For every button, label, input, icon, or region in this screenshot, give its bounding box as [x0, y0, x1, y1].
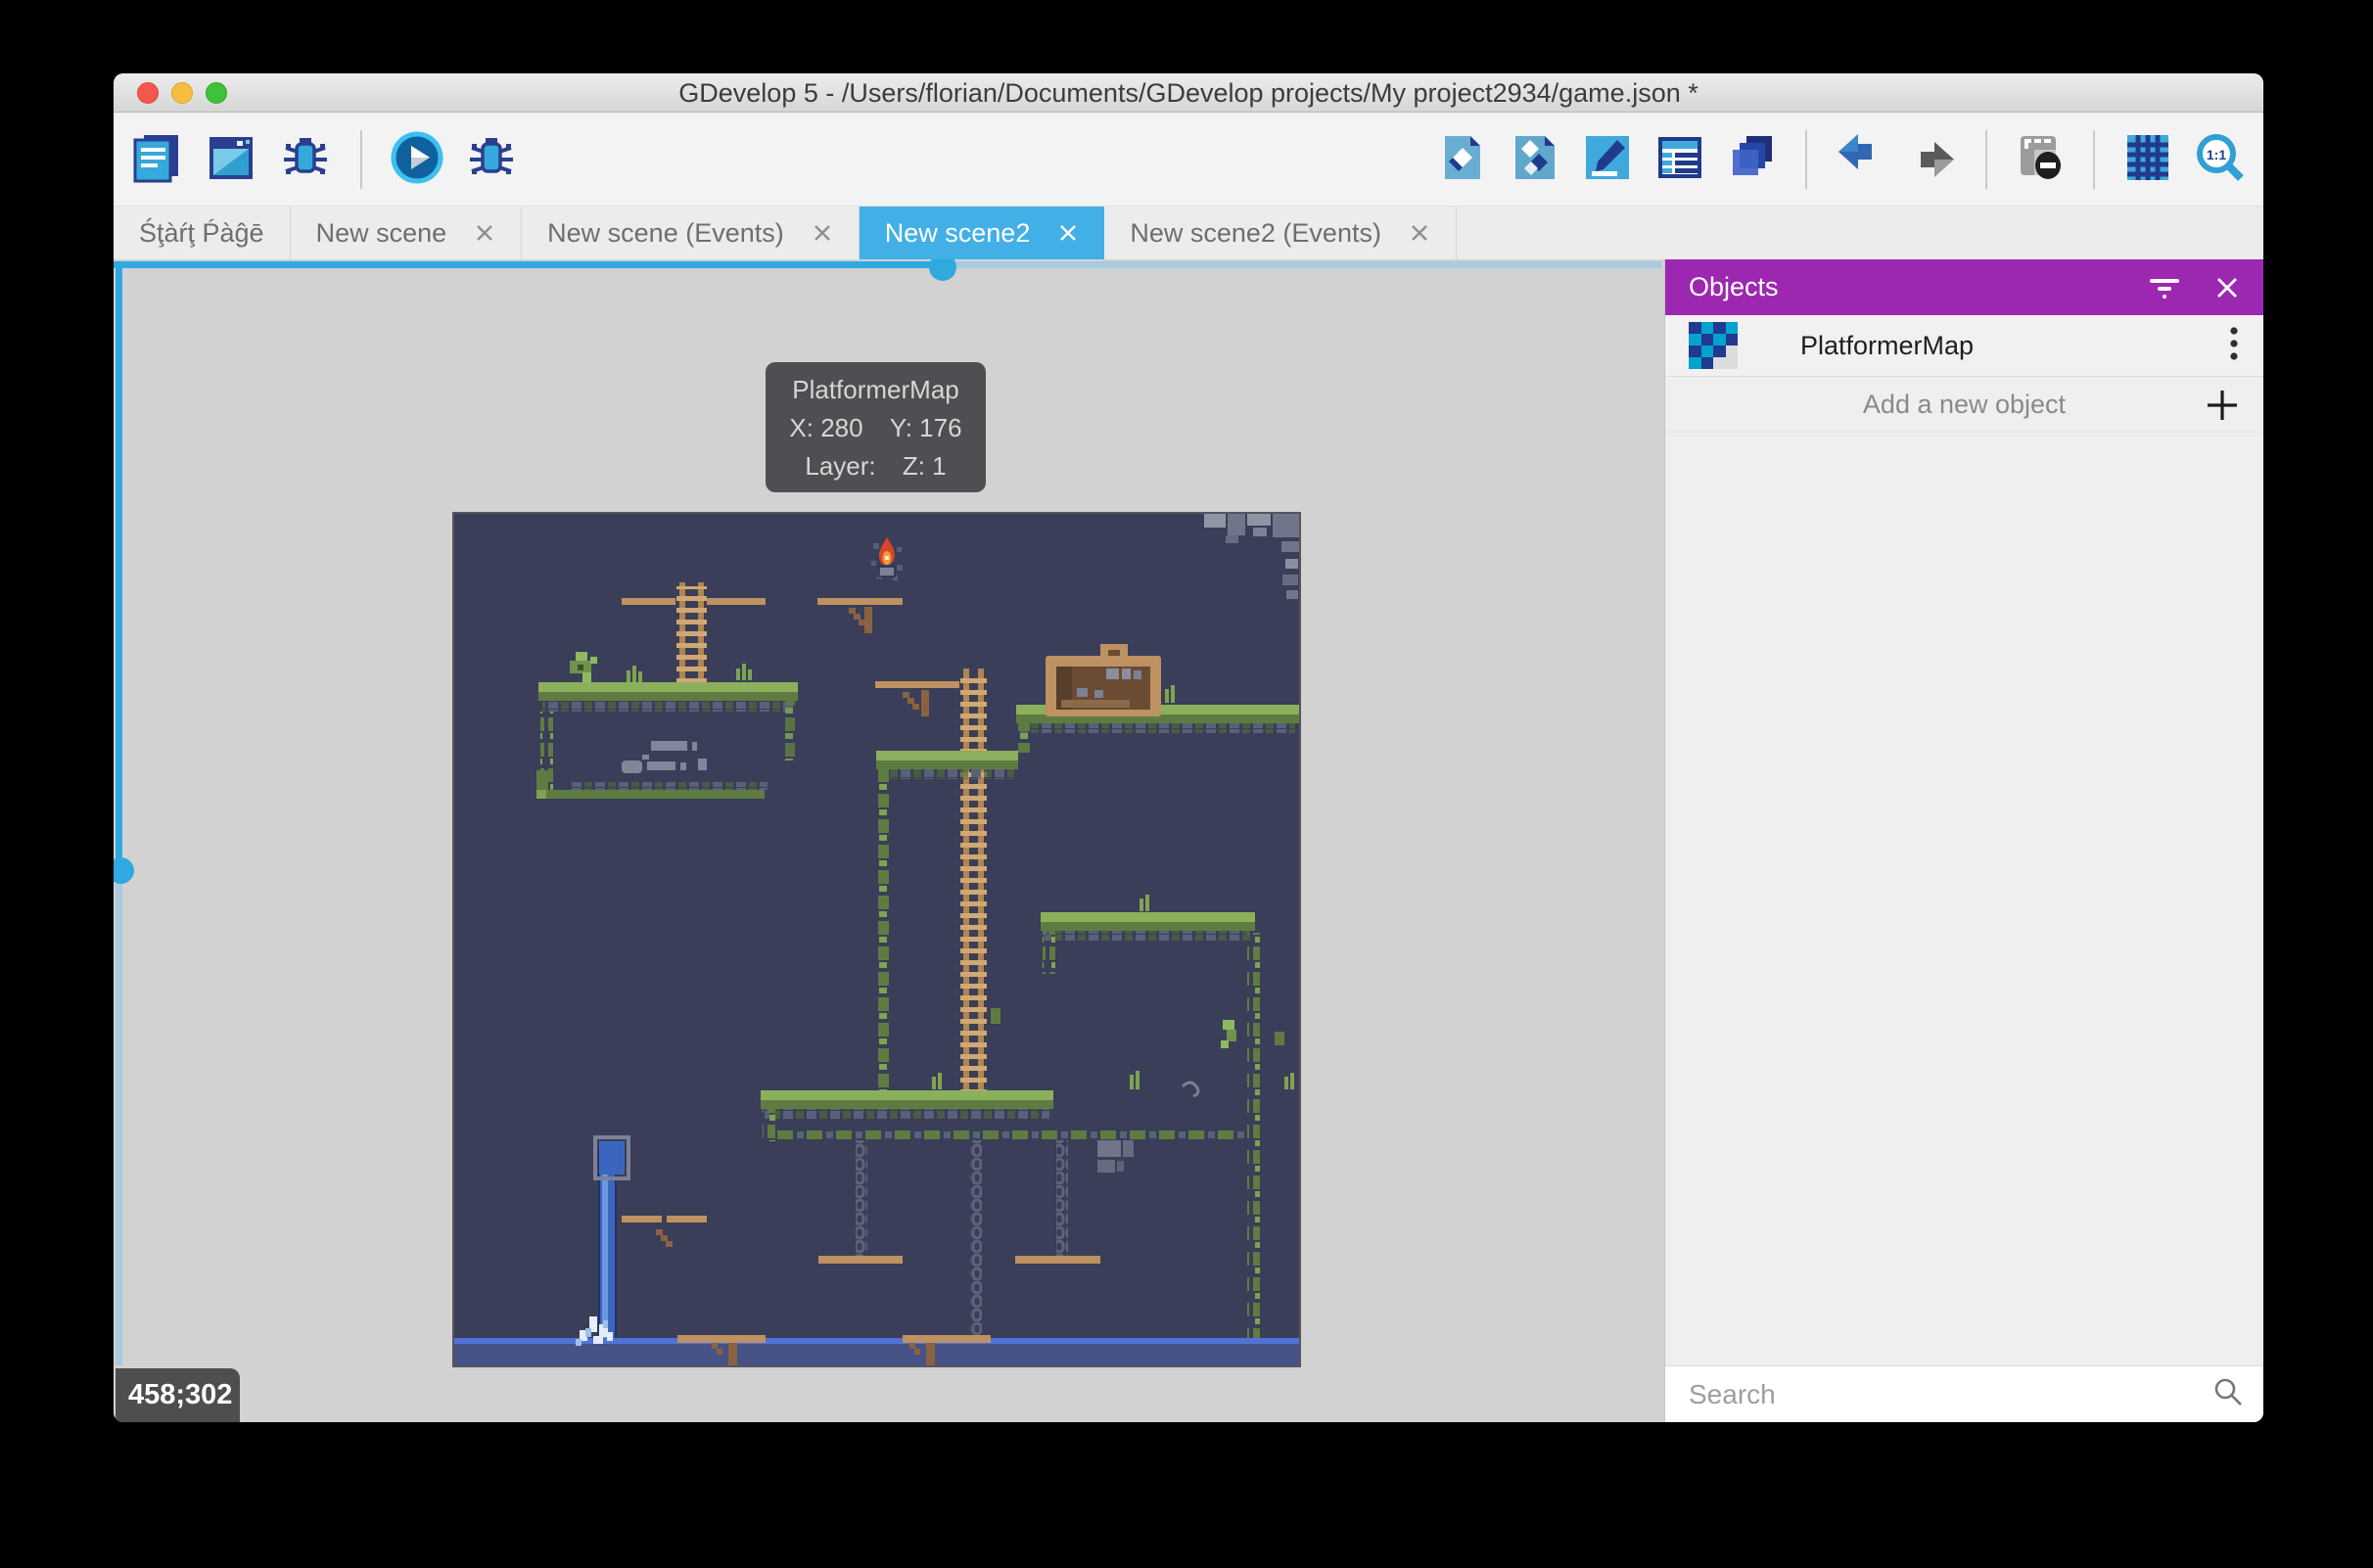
horizontal-scrollbar[interactable]: [114, 261, 943, 268]
project-manager-icon: [129, 130, 184, 188]
tooltip-layer: Layer:: [805, 447, 875, 485]
tab-label: New scene2 (Events): [1130, 218, 1381, 249]
toolbar-separator: [1985, 130, 1987, 189]
tab-new-scene2[interactable]: New scene2: [860, 207, 1105, 259]
cursor-coordinates-badge: 458;302: [116, 1368, 240, 1422]
zoom-original-button[interactable]: 1:1: [2191, 129, 2250, 190]
window-title: GDevelop 5 - /Users/florian/Documents/GD…: [114, 73, 2263, 113]
object-name-label: PlatformerMap: [1800, 331, 2228, 361]
objects-groups-button[interactable]: [1506, 129, 1564, 190]
close-icon[interactable]: [2214, 275, 2240, 300]
toolbar-right-group: 1:1: [1433, 129, 2250, 190]
plus-icon: [2203, 386, 2242, 430]
grid-icon: [2120, 130, 2175, 188]
vertical-scrollbar[interactable]: [116, 261, 122, 870]
objects-group-icon: [1508, 130, 1562, 188]
tooltip-z: Z: 1: [903, 447, 947, 485]
objects-panel-header: Objects: [1665, 259, 2263, 315]
editor-tab-bar: Śţàŕţ Ṕàĝē New scene New scene (Events) …: [114, 206, 2263, 259]
search-input[interactable]: [1689, 1379, 2212, 1410]
objects-panel: Objects: [1664, 259, 2263, 1422]
close-icon[interactable]: [1057, 222, 1079, 244]
bug-icon: [278, 130, 333, 188]
filter-icon[interactable]: [2148, 275, 2181, 300]
objects-search-bar: [1665, 1365, 2263, 1422]
tab-new-scene-events[interactable]: New scene (Events): [522, 207, 860, 259]
scene-properties-button[interactable]: [1578, 129, 1637, 190]
zoom-window-button[interactable]: [206, 82, 227, 104]
tooltip-object-name: PlatformerMap: [766, 371, 986, 409]
platformer-map-art: [454, 514, 1299, 1365]
redo-button[interactable]: [1903, 129, 1962, 190]
play-icon: [389, 129, 445, 189]
tab-new-scene2-events[interactable]: New scene2 (Events): [1104, 207, 1457, 259]
close-icon[interactable]: [812, 222, 833, 244]
debugger-button[interactable]: [276, 129, 335, 190]
toolbar-separator: [2093, 130, 2095, 189]
close-icon[interactable]: [474, 222, 495, 244]
objects-panel-body: [1665, 433, 2263, 1365]
zoom-1-1-icon: 1:1: [2192, 129, 2249, 189]
platformermap-instance[interactable]: [452, 512, 1301, 1367]
edit-pencil-icon: [1580, 130, 1635, 188]
scene-window-icon: [204, 130, 258, 188]
object-list-item-platformermap[interactable]: PlatformerMap: [1665, 315, 2263, 377]
traffic-lights: [137, 82, 227, 104]
objects-editor-button[interactable]: [1433, 129, 1492, 190]
toolbar-separator: [1805, 130, 1807, 189]
bug-icon: [464, 130, 519, 188]
object-thumbnail: [1689, 322, 1738, 369]
vertical-scrollbar[interactable]: [116, 882, 122, 1365]
instances-list-button[interactable]: [1651, 129, 1709, 190]
tab-new-scene[interactable]: New scene: [291, 207, 523, 259]
undo-arrow-icon: [1833, 130, 1887, 188]
render-options-button[interactable]: [2011, 129, 2070, 190]
close-icon[interactable]: [1409, 222, 1430, 244]
toolbar-separator: [360, 130, 362, 189]
search-icon[interactable]: [2212, 1376, 2244, 1412]
add-new-object-button[interactable]: Add a new object: [1665, 377, 2263, 433]
title-bar: GDevelop 5 - /Users/florian/Documents/GD…: [114, 73, 2263, 113]
object-options-menu-icon[interactable]: [2228, 324, 2240, 368]
mask-frame-icon: [2013, 130, 2068, 188]
gdevelop-window: GDevelop 5 - /Users/florian/Documents/GD…: [114, 73, 2263, 1422]
layers-button[interactable]: [1723, 129, 1782, 190]
toolbar-left-group: [127, 129, 521, 190]
undo-button[interactable]: [1831, 129, 1889, 190]
main-toolbar: 1:1: [114, 113, 2263, 206]
minimize-window-button[interactable]: [171, 82, 193, 104]
redo-arrow-icon: [1905, 130, 1960, 188]
add-new-object-label: Add a new object: [1863, 390, 2066, 420]
project-manager-button[interactable]: [127, 129, 186, 190]
tab-label: New scene: [316, 218, 447, 249]
play-button[interactable]: [388, 129, 446, 190]
object-page-icon: [1435, 130, 1490, 188]
instances-list-icon: [1652, 130, 1707, 188]
tab-label: New scene2: [885, 218, 1031, 249]
tab-label: New scene (Events): [547, 218, 784, 249]
tab-label: Śţàŕţ Ṕàĝē: [139, 218, 264, 249]
tooltip-x: X: 280: [789, 409, 862, 447]
zoom-ratio-label: 1:1: [2207, 147, 2226, 162]
tooltip-y: Y: 176: [890, 409, 962, 447]
close-window-button[interactable]: [137, 82, 159, 104]
layers-icon: [1725, 130, 1780, 188]
debug-play-button[interactable]: [462, 129, 521, 190]
grid-button[interactable]: [2118, 129, 2177, 190]
horizontal-scrollbar-thumb[interactable]: [929, 259, 956, 281]
tab-start-page[interactable]: Śţàŕţ Ṕàĝē: [114, 207, 291, 259]
instance-tooltip: PlatformerMap X: 280 Y: 176 Layer: Z: 1: [766, 362, 986, 492]
main-area: PlatformerMap X: 280 Y: 176 Layer: Z: 1 …: [114, 259, 2263, 1422]
start-scene-button[interactable]: [202, 129, 260, 190]
objects-panel-title: Objects: [1689, 272, 2115, 302]
horizontal-scrollbar[interactable]: [943, 261, 1661, 268]
scene-editor-canvas[interactable]: PlatformerMap X: 280 Y: 176 Layer: Z: 1 …: [114, 259, 1664, 1422]
vertical-scrollbar-thumb[interactable]: [114, 857, 134, 884]
